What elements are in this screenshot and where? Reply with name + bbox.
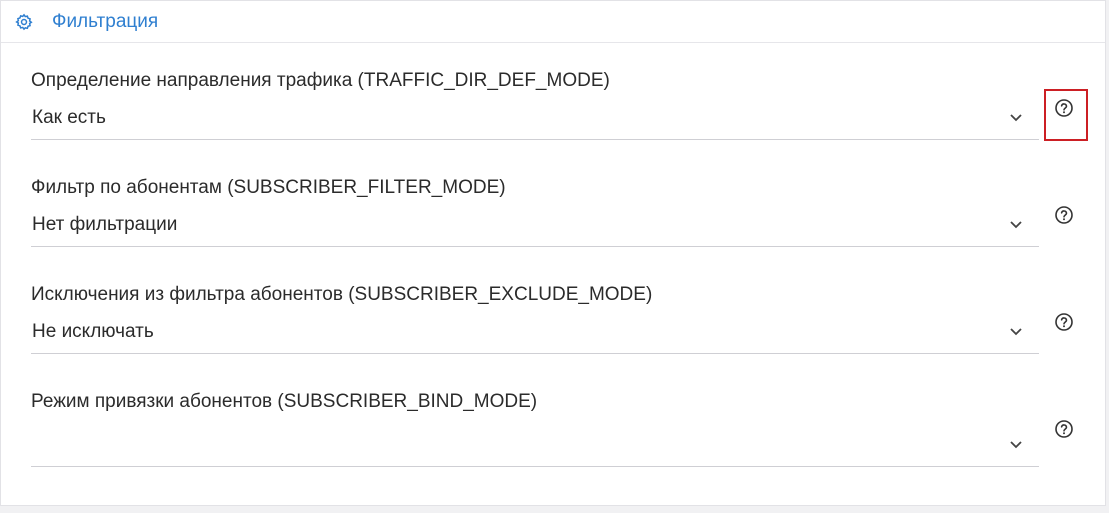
field-label: Режим привязки абонентов (SUBSCRIBER_BIN… [31,391,538,412]
field-traffic-dir-def-mode: Определение направления трафика (TRAFFIC… [31,70,1039,150]
panel-header[interactable]: Фильтрация [1,1,1105,43]
question-circle-icon[interactable] [1054,312,1074,332]
gear-icon [15,13,33,31]
chevron-down-icon [1010,221,1022,229]
chevron-down-icon [1010,114,1022,122]
chevron-down-icon [1010,328,1022,336]
select-value: Нет фильтрации [32,214,178,235]
subscriber-bind-mode-select[interactable] [31,427,1039,467]
field-label: Исключения из фильтра абонентов (SUBSCRI… [31,284,653,305]
subscriber-exclude-mode-select[interactable]: Не исключать [31,314,1039,354]
question-circle-icon[interactable] [1054,419,1074,439]
field-subscriber-bind-mode: Режим привязки абонентов (SUBSCRIBER_BIN… [31,391,1039,471]
field-label: Фильтр по абонентам (SUBSCRIBER_FILTER_M… [31,177,506,198]
subscriber-filter-mode-select[interactable]: Нет фильтрации [31,207,1039,247]
traffic-dir-def-mode-select[interactable]: Как есть [31,100,1039,140]
chevron-down-icon [1010,441,1022,449]
select-value: Как есть [32,107,106,128]
field-subscriber-filter-mode: Фильтр по абонентам (SUBSCRIBER_FILTER_M… [31,177,1039,257]
panel-title: Фильтрация [52,11,159,32]
select-value: Не исключать [32,321,154,342]
filtration-panel: Фильтрация Определение направления трафи… [0,0,1106,506]
field-label: Определение направления трафика (TRAFFIC… [31,70,610,91]
help-highlight-box [1044,89,1088,141]
field-subscriber-exclude-mode: Исключения из фильтра абонентов (SUBSCRI… [31,284,1039,364]
question-circle-icon[interactable] [1054,205,1074,225]
